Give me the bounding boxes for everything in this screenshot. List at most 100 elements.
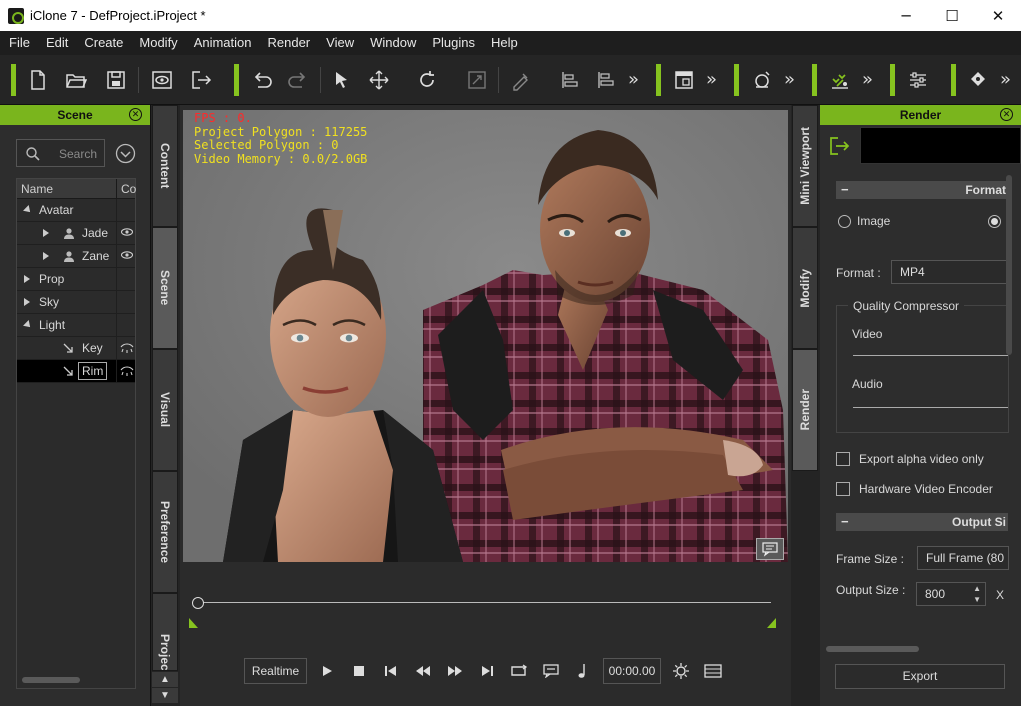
output-size-section-header[interactable]: − Output Si [836, 513, 1008, 531]
exit-icon[interactable] [188, 67, 214, 93]
collapse-triangle-icon[interactable] [43, 252, 49, 260]
toolbar-more-button[interactable]: » [784, 69, 795, 90]
align-left-icon[interactable] [557, 67, 583, 93]
toolbar-more-button[interactable]: » [706, 69, 717, 90]
tab-render[interactable]: Render [792, 349, 818, 471]
previous-frame-icon[interactable] [378, 658, 404, 684]
toolbar-more-button[interactable]: » [862, 69, 873, 90]
settings-sliders-icon[interactable] [905, 67, 931, 93]
tree-row-key[interactable]: Key [17, 337, 135, 360]
scale-icon[interactable] [464, 67, 490, 93]
tree-row-sky[interactable]: Sky [17, 291, 135, 314]
export-button[interactable]: Export [835, 664, 1005, 689]
music-note-icon[interactable] [570, 658, 596, 684]
menu-modify[interactable]: Modify [131, 31, 185, 55]
column-co-header[interactable]: Co [121, 182, 136, 196]
save-icon[interactable] [103, 67, 129, 93]
menu-edit[interactable]: Edit [38, 31, 76, 55]
timecode-field[interactable]: 00:00.00 [603, 658, 661, 684]
pick-tool-icon[interactable] [508, 67, 534, 93]
menu-window[interactable]: Window [362, 31, 424, 55]
mark-icon[interactable] [965, 67, 991, 93]
menu-help[interactable]: Help [483, 31, 526, 55]
timeline-track[interactable] [200, 602, 771, 603]
subtitle-icon[interactable] [538, 658, 564, 684]
tab-content[interactable]: Content [152, 105, 178, 227]
scene-horizontal-scrollbar[interactable] [22, 677, 80, 683]
tab-mini-viewport[interactable]: Mini Viewport [792, 105, 818, 227]
export-alpha-checkbox[interactable] [836, 452, 850, 466]
play-icon[interactable] [314, 658, 340, 684]
motion-icon[interactable] [827, 67, 853, 93]
align-center-icon[interactable] [593, 67, 619, 93]
next-frame-icon[interactable] [474, 658, 500, 684]
tab-project[interactable]: Project [152, 593, 178, 671]
collapse-triangle-icon[interactable] [43, 229, 49, 237]
column-name-header[interactable]: Name [21, 182, 53, 196]
menu-view[interactable]: View [318, 31, 362, 55]
brightness-icon[interactable] [668, 658, 694, 684]
render-vertical-scrollbar[interactable] [1006, 175, 1012, 355]
expand-triangle-icon[interactable] [23, 320, 33, 330]
range-start-marker[interactable] [189, 618, 198, 628]
rewind-icon[interactable] [410, 658, 436, 684]
tree-row-prop[interactable]: Prop [17, 268, 135, 291]
render-horizontal-scrollbar[interactable] [826, 646, 919, 652]
collapse-triangle-icon[interactable] [24, 275, 30, 283]
maximize-button[interactable]: ☐ [929, 0, 975, 31]
new-file-icon[interactable] [25, 67, 51, 93]
undo-icon[interactable] [249, 67, 275, 93]
format-dropdown[interactable]: MP4 [891, 260, 1009, 284]
open-folder-icon[interactable] [63, 67, 89, 93]
video-compressor-field[interactable] [853, 355, 1008, 356]
minimize-button[interactable]: ─ [883, 0, 929, 31]
tab-visual[interactable]: Visual [152, 349, 178, 471]
redo-icon[interactable] [285, 67, 311, 93]
tab-scene[interactable]: Scene [152, 227, 178, 349]
select-arrow-icon[interactable] [329, 67, 355, 93]
stop-icon[interactable] [346, 658, 372, 684]
menu-render[interactable]: Render [260, 31, 319, 55]
tree-row-rim[interactable]: Rim [17, 360, 135, 383]
menu-animation[interactable]: Animation [186, 31, 260, 55]
collapse-triangle-icon[interactable] [24, 298, 30, 306]
camera-icon[interactable] [749, 67, 775, 93]
audio-compressor-field[interactable] [853, 407, 1008, 408]
tree-row-avatar[interactable]: Avatar [17, 199, 135, 222]
hardware-encoder-checkbox[interactable] [836, 482, 850, 496]
chevron-down-icon[interactable] [115, 143, 136, 164]
output-width-spinbox[interactable]: 800 ▲ ▼ [916, 582, 986, 606]
move-icon[interactable] [366, 67, 392, 93]
range-end-marker[interactable] [767, 618, 776, 628]
tab-preference[interactable]: Preference [152, 471, 178, 593]
tree-row-jade[interactable]: Jade [17, 222, 135, 245]
realtime-mode-dropdown[interactable]: Realtime [244, 658, 307, 684]
toolbar-more-button[interactable]: » [1000, 69, 1011, 90]
light-visibility-icon[interactable] [120, 343, 134, 353]
viewport-layout-icon[interactable] [671, 67, 697, 93]
close-button[interactable]: ✕ [975, 0, 1021, 31]
preview-icon[interactable] [149, 67, 175, 93]
light-visibility-icon[interactable] [120, 366, 134, 376]
menu-create[interactable]: Create [76, 31, 131, 55]
scene-search-input[interactable]: Search [16, 139, 105, 167]
format-section-header[interactable]: − Format [836, 181, 1008, 199]
tree-row-zane[interactable]: Zane [17, 245, 135, 268]
timeline-icon[interactable] [700, 658, 726, 684]
render-panel-close-icon[interactable]: ✕ [1000, 108, 1013, 121]
loop-icon[interactable] [506, 658, 532, 684]
tree-row-light[interactable]: Light [17, 314, 135, 337]
rotate-icon[interactable] [414, 67, 440, 93]
toolbar-more-button[interactable]: » [628, 69, 639, 90]
tab-scroll-up-icon[interactable]: ▲ [152, 672, 178, 687]
3d-viewport[interactable] [183, 110, 788, 562]
tab-modify[interactable]: Modify [792, 227, 818, 349]
menu-file[interactable]: File [1, 31, 38, 55]
menu-plugins[interactable]: Plugins [424, 31, 483, 55]
comment-bubble-icon[interactable] [756, 538, 784, 560]
render-exit-icon[interactable] [828, 135, 850, 157]
image-radio[interactable] [838, 215, 851, 228]
visibility-eye-icon[interactable] [121, 250, 133, 260]
visibility-eye-icon[interactable] [121, 227, 133, 237]
scene-panel-close-icon[interactable]: ✕ [129, 108, 142, 121]
